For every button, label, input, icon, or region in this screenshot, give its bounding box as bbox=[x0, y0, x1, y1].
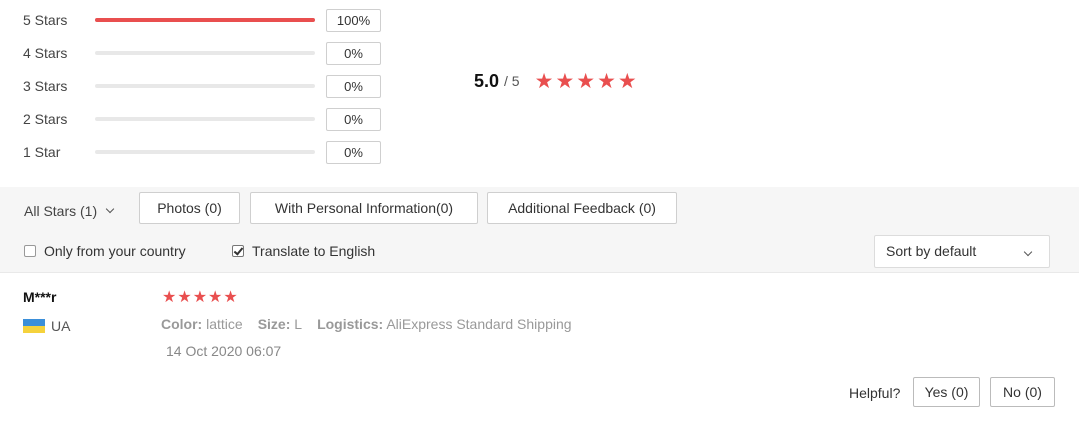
helpful-yes-button[interactable]: Yes (0) bbox=[913, 377, 980, 407]
flag-stripe-yellow bbox=[23, 326, 45, 333]
only-country-option[interactable]: Only from your country bbox=[24, 243, 186, 259]
helpful-label: Helpful? bbox=[849, 385, 901, 401]
all-stars-dropdown[interactable]: All Stars (1) bbox=[24, 203, 115, 219]
sort-select[interactable]: Sort by default bbox=[874, 235, 1050, 268]
star-icon: ★ bbox=[534, 69, 554, 93]
star-icon: ★ bbox=[576, 69, 596, 93]
review-item: M***r UA ★ ★ ★ ★ ★ Color: lattice Size: L Lo… bbox=[0, 273, 1079, 422]
chevron-down-icon bbox=[1023, 247, 1033, 257]
attr-size-key: Size: bbox=[257, 316, 291, 332]
histogram-row-label: 1 Star bbox=[23, 144, 61, 160]
review-filter-bar: All Stars (1) Photos (0) With Personal I… bbox=[0, 187, 1079, 273]
translate-checkbox[interactable] bbox=[232, 245, 244, 257]
attr-color: Color: lattice bbox=[161, 316, 243, 332]
attr-logistics-value: AliExpress Standard Shipping bbox=[386, 316, 572, 332]
histogram-row-1[interactable]: 1 Star 0% bbox=[0, 141, 400, 165]
summary-stars: ★ ★ ★ ★ ★ bbox=[535, 71, 637, 92]
star-icon: ★ bbox=[208, 289, 223, 306]
rating-histogram: 5 Stars 100% 4 Stars 0% 3 Stars 0% 2 Sta… bbox=[0, 0, 1079, 187]
reviewer-country: UA bbox=[51, 318, 71, 334]
review-date: 14 Oct 2020 06:07 bbox=[166, 343, 282, 359]
histogram-bar-track bbox=[95, 117, 315, 121]
chevron-down-icon bbox=[105, 204, 115, 214]
only-country-checkbox[interactable] bbox=[24, 245, 36, 257]
sort-value: Sort by default bbox=[886, 243, 977, 259]
all-stars-label: All Stars (1) bbox=[24, 203, 98, 219]
histogram-row-2[interactable]: 2 Stars 0% bbox=[0, 108, 400, 132]
histogram-row-5[interactable]: 5 Stars 100% bbox=[0, 9, 400, 33]
star-icon: ★ bbox=[617, 69, 637, 93]
attr-logistics: Logistics: AliExpress Standard Shipping bbox=[317, 316, 571, 332]
histogram-bar-track bbox=[95, 84, 315, 88]
average-score: 5.0 bbox=[474, 70, 500, 91]
flag-stripe-blue bbox=[23, 319, 45, 326]
histogram-bar-fill bbox=[95, 18, 315, 22]
reviewer-name: M***r bbox=[23, 289, 57, 305]
attr-size: Size: L bbox=[258, 316, 302, 332]
star-icon: ★ bbox=[177, 289, 192, 306]
star-icon: ★ bbox=[223, 289, 238, 306]
score-max: / 5 bbox=[504, 73, 520, 89]
histogram-percent: 0% bbox=[326, 108, 381, 131]
histogram-percent: 0% bbox=[326, 75, 381, 98]
histogram-row-label: 5 Stars bbox=[23, 12, 68, 28]
histogram-row-4[interactable]: 4 Stars 0% bbox=[0, 42, 400, 66]
histogram-bar-track bbox=[95, 18, 315, 22]
personal-info-filter-button[interactable]: With Personal Information(0) bbox=[250, 192, 478, 224]
histogram-row-label: 3 Stars bbox=[23, 78, 68, 94]
histogram-bar-track bbox=[95, 51, 315, 55]
helpful-no-button[interactable]: No (0) bbox=[990, 377, 1055, 407]
attr-size-value: L bbox=[294, 316, 303, 332]
star-icon: ★ bbox=[597, 69, 616, 93]
histogram-percent: 0% bbox=[326, 42, 381, 65]
histogram-row-label: 2 Stars bbox=[23, 111, 68, 127]
translate-option[interactable]: Translate to English bbox=[232, 243, 375, 259]
only-country-label: Only from your country bbox=[44, 243, 186, 259]
translate-label: Translate to English bbox=[252, 243, 376, 259]
histogram-percent: 0% bbox=[326, 141, 381, 164]
star-icon: ★ bbox=[192, 289, 208, 306]
attr-color-value: lattice bbox=[206, 316, 243, 332]
ukraine-flag-icon bbox=[23, 319, 45, 333]
star-icon: ★ bbox=[555, 69, 575, 93]
additional-feedback-filter-button[interactable]: Additional Feedback (0) bbox=[487, 192, 677, 224]
histogram-row-3[interactable]: 3 Stars 0% bbox=[0, 75, 400, 99]
histogram-bar-track bbox=[95, 150, 315, 154]
attr-logistics-key: Logistics: bbox=[317, 316, 384, 332]
star-icon: ★ bbox=[162, 289, 177, 306]
attr-color-key: Color: bbox=[161, 316, 203, 332]
histogram-percent: 100% bbox=[326, 9, 381, 32]
review-attributes: Color: lattice Size: L Logistics: AliExp… bbox=[161, 316, 572, 332]
rating-summary: 5.0 / 5 ★ ★ ★ ★ ★ bbox=[474, 68, 637, 94]
review-stars: ★ ★ ★ ★ ★ bbox=[162, 290, 238, 306]
histogram-row-label: 4 Stars bbox=[23, 45, 68, 61]
photos-filter-button[interactable]: Photos (0) bbox=[139, 192, 240, 224]
